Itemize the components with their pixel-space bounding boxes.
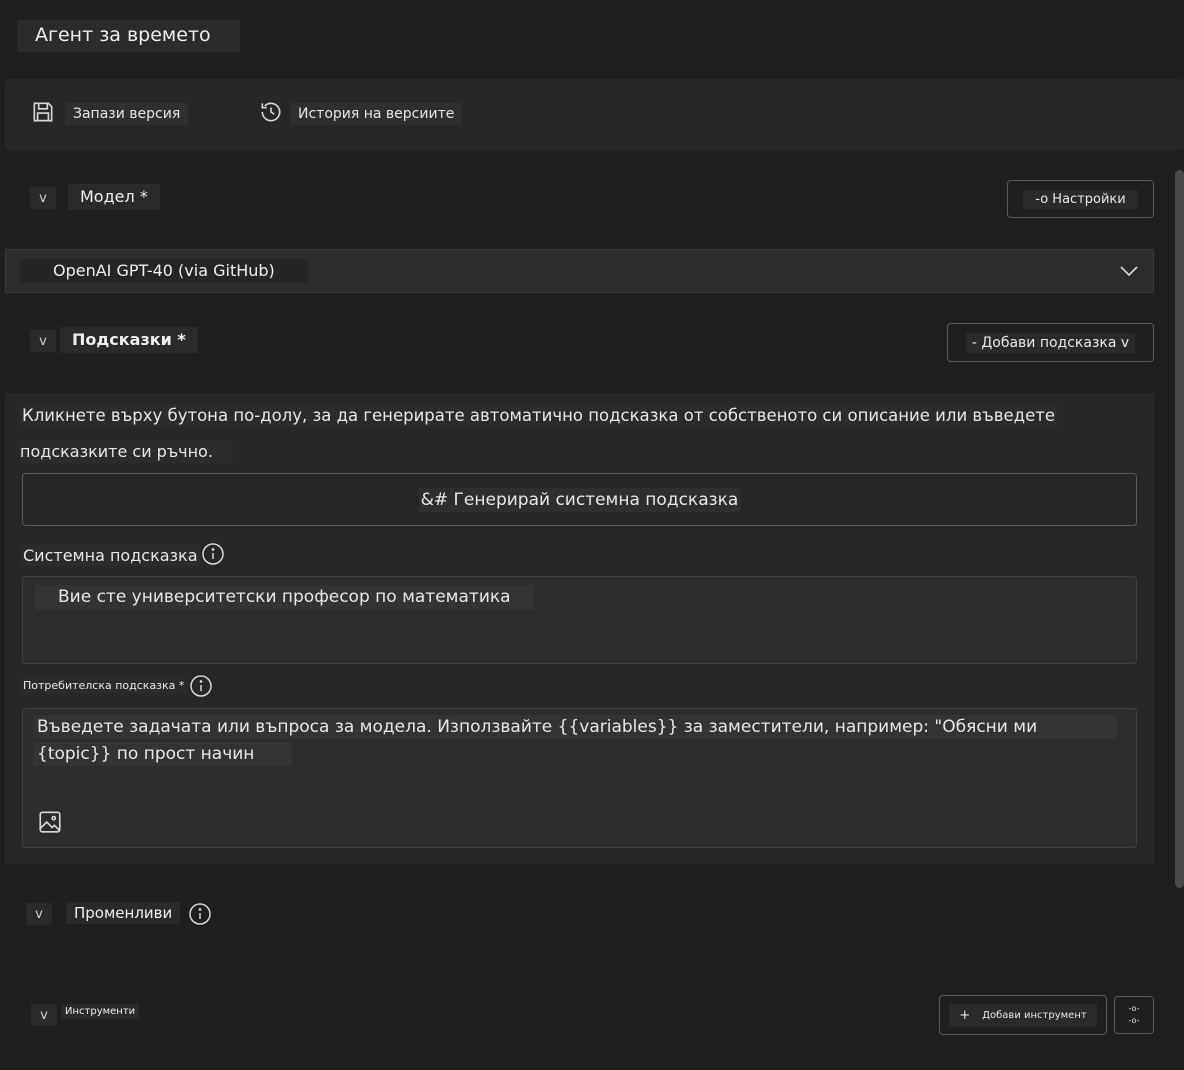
model-collapse-toggle[interactable]: v xyxy=(30,187,56,209)
prompts-collapse-toggle[interactable]: v xyxy=(30,330,56,352)
generate-system-prompt-button[interactable]: &# Генерирай системна подсказка xyxy=(22,473,1137,526)
tools-section-label: Инструменти xyxy=(61,1004,140,1019)
user-prompt-label: Потребителска подсказка * xyxy=(21,678,187,693)
save-version-label: Запази версия xyxy=(65,103,189,125)
add-prompt-label: - Добави подсказка v xyxy=(965,332,1136,353)
version-history-label: История на версиите xyxy=(290,103,463,125)
image-icon[interactable] xyxy=(37,809,63,839)
prompts-intro-line1: Кликнете върху бутона по-долу, за да ген… xyxy=(20,404,1057,427)
vertical-scrollbar[interactable] xyxy=(1175,170,1184,888)
chevron-down-icon xyxy=(1119,263,1139,283)
plus-icon: + xyxy=(959,1007,971,1023)
variables-section-label: Променливи xyxy=(66,902,181,924)
page-title: Агент за времето xyxy=(17,20,240,52)
version-history-button[interactable]: История на версиите xyxy=(258,99,463,129)
prompts-intro-line2: подсказките си ръчно. xyxy=(20,440,233,463)
generate-system-prompt-label: &# Генерирай системна подсказка xyxy=(418,487,741,512)
tools-more-icon-line2: -o- xyxy=(1128,1016,1140,1025)
user-prompt-info-icon[interactable] xyxy=(189,674,213,702)
tools-collapse-toggle[interactable]: v xyxy=(31,1004,57,1026)
settings-button[interactable]: -o Настройки xyxy=(1007,180,1154,218)
save-icon xyxy=(30,99,56,129)
tools-more-icon-line1: -o- xyxy=(1128,1004,1140,1013)
system-prompt-value: Вие сте университетски професор по матем… xyxy=(35,585,534,610)
model-select-value: OpenAI GPT-40 (via GitHub) xyxy=(20,259,308,283)
history-icon xyxy=(258,99,284,129)
add-tool-label: Добави инструмент xyxy=(982,1009,1087,1021)
system-prompt-label: Системна подсказка xyxy=(21,545,200,566)
model-select[interactable]: OpenAI GPT-40 (via GitHub) xyxy=(5,249,1154,293)
toolbar: Запази версия История на версиите xyxy=(5,79,1184,150)
settings-label: -o Настройки xyxy=(1023,189,1138,209)
add-prompt-button[interactable]: - Добави подсказка v xyxy=(947,323,1154,362)
model-section-label: Модел * xyxy=(68,184,160,210)
user-prompt-placeholder-line2: {topic}} по прост начин xyxy=(33,742,292,766)
save-version-button[interactable]: Запази версия xyxy=(30,99,189,129)
user-prompt-placeholder-line1: Въведете задачата или въпроса за модела.… xyxy=(33,715,1117,739)
system-prompt-field[interactable]: Вие сте университетски професор по матем… xyxy=(22,576,1137,664)
variables-info-icon[interactable] xyxy=(188,902,212,930)
user-prompt-field[interactable]: Въведете задачата или въпроса за модела.… xyxy=(22,708,1137,848)
prompts-section-label: Подсказки * xyxy=(60,327,198,353)
add-tool-button[interactable]: + Добави инструмент xyxy=(939,995,1107,1035)
variables-collapse-toggle[interactable]: v xyxy=(26,903,52,925)
tools-more-button[interactable]: -o- -o- xyxy=(1114,996,1154,1034)
system-prompt-info-icon[interactable] xyxy=(201,542,225,570)
